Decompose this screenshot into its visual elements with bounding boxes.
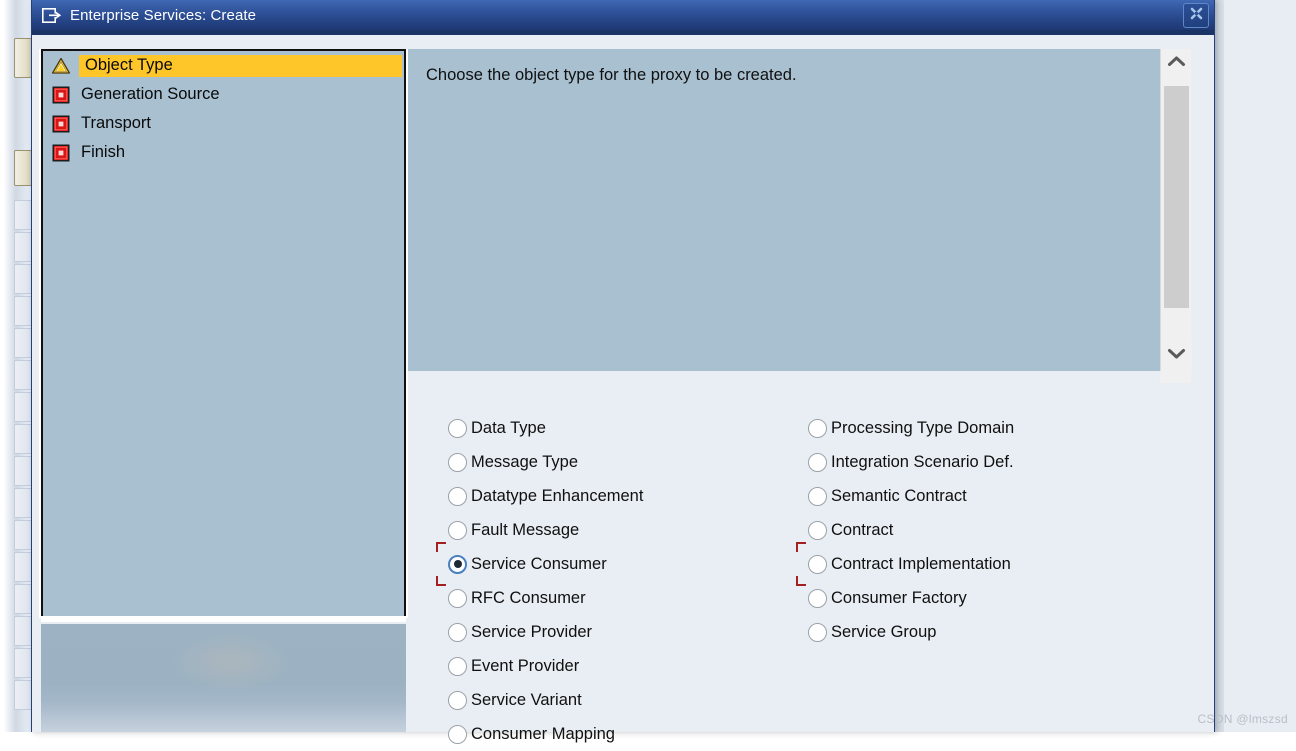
radio-option-service-provider[interactable]: Service Provider — [448, 615, 643, 649]
chevron-down-icon — [1167, 347, 1186, 365]
scrollbar-track-tail — [1160, 371, 1191, 383]
sidebar-item-finish[interactable]: Finish — [43, 138, 404, 167]
radio-indicator — [808, 623, 827, 642]
options-right-column: Processing Type Domain Integration Scena… — [808, 411, 1014, 649]
radio-option-fault-message[interactable]: Fault Message — [448, 513, 643, 547]
radio-option-integration-scenario-def[interactable]: Integration Scenario Def. — [808, 445, 1014, 479]
close-icon — [1189, 6, 1204, 26]
stop-red-square-icon — [43, 115, 79, 133]
radio-option-service-variant[interactable]: Service Variant — [448, 683, 643, 717]
radio-option-message-type[interactable]: Message Type — [448, 445, 643, 479]
radio-option-label: RFC Consumer — [471, 589, 586, 608]
radio-option-label: Message Type — [471, 453, 578, 472]
radio-option-semantic-contract[interactable]: Semantic Contract — [808, 479, 1014, 513]
stop-red-square-icon — [43, 86, 79, 104]
radio-option-label: Datatype Enhancement — [471, 487, 643, 506]
radio-option-label: Fault Message — [471, 521, 579, 540]
stop-red-square-icon — [43, 144, 79, 162]
radio-option-data-type[interactable]: Data Type — [448, 411, 643, 445]
radio-indicator — [448, 453, 467, 472]
sidebar-item-label: Finish — [79, 142, 127, 164]
scroll-up-button[interactable] — [1161, 49, 1191, 79]
warning-triangle-icon — [43, 57, 79, 75]
radio-indicator — [808, 521, 827, 540]
radio-option-processing-type-domain[interactable]: Processing Type Domain — [808, 411, 1014, 445]
radio-option-consumer-factory[interactable]: Consumer Factory — [808, 581, 1014, 615]
radio-option-label: Service Provider — [471, 623, 592, 642]
radio-indicator — [448, 419, 467, 438]
radio-option-consumer-mapping[interactable]: Consumer Mapping — [448, 717, 643, 751]
sidebar-item-label: Object Type — [79, 55, 402, 77]
radio-option-label: Service Group — [831, 623, 936, 642]
backdrop-texture — [171, 632, 291, 692]
radio-option-label: Integration Scenario Def. — [831, 453, 1014, 472]
radio-option-datatype-enhancement[interactable]: Datatype Enhancement — [448, 479, 643, 513]
create-object-icon — [42, 8, 61, 23]
radio-option-label: Service Consumer — [471, 555, 607, 574]
radio-option-label: Service Variant — [471, 691, 582, 710]
radio-option-label: Processing Type Domain — [831, 419, 1014, 438]
radio-indicator — [808, 487, 827, 506]
scroll-down-button[interactable] — [1161, 341, 1192, 371]
radio-option-label: Data Type — [471, 419, 546, 438]
radio-indicator — [448, 657, 467, 676]
background-window-right-fill — [1224, 0, 1296, 732]
tree-pane-backdrop — [41, 624, 406, 732]
enterprise-services-create-dialog: Enterprise Services: Create — [31, 0, 1215, 732]
radio-option-label: Contract Implementation — [831, 555, 1011, 574]
sidebar-item-generation-source[interactable]: Generation Source — [43, 80, 404, 109]
radio-indicator — [448, 691, 467, 710]
instruction-text: Choose the object type for the proxy to … — [426, 65, 1142, 86]
radio-option-service-consumer[interactable]: Service Consumer — [448, 547, 643, 581]
dialog-body: Object Type Generation Source — [32, 35, 1214, 732]
scrollbar-thumb[interactable] — [1164, 86, 1189, 308]
radio-indicator — [808, 589, 827, 608]
instruction-scrollbar[interactable] — [1160, 49, 1191, 371]
radio-indicator — [448, 487, 467, 506]
radio-option-service-group[interactable]: Service Group — [808, 615, 1014, 649]
watermark: CSDN @lmszsd — [1198, 712, 1288, 726]
sidebar-item-label: Transport — [79, 113, 153, 135]
sidebar-item-transport[interactable]: Transport — [43, 109, 404, 138]
radio-indicator — [448, 623, 467, 642]
sidebar-item-object-type[interactable]: Object Type — [43, 51, 404, 80]
radio-option-label: Event Provider — [471, 657, 579, 676]
dialog-titlebar: Enterprise Services: Create — [32, 0, 1214, 30]
sidebar-item-label: Generation Source — [79, 84, 222, 106]
options-left-column: Data Type Message Type Datatype Enhancem… — [448, 411, 643, 751]
radio-option-label: Semantic Contract — [831, 487, 967, 506]
radio-option-contract-implementation[interactable]: Contract Implementation — [808, 547, 1014, 581]
radio-indicator — [448, 725, 467, 744]
dialog-title: Enterprise Services: Create — [70, 7, 256, 24]
object-type-options: Data Type Message Type Datatype Enhancem… — [408, 383, 1212, 732]
radio-indicator — [448, 521, 467, 540]
radio-option-event-provider[interactable]: Event Provider — [448, 649, 643, 683]
radio-option-label: Consumer Mapping — [471, 725, 615, 744]
radio-option-contract[interactable]: Contract — [808, 513, 1014, 547]
instruction-panel: Choose the object type for the proxy to … — [408, 49, 1160, 371]
background-window-right-strip — [1212, 0, 1296, 732]
radio-indicator — [448, 555, 467, 574]
radio-option-label: Consumer Factory — [831, 589, 967, 608]
radio-indicator — [808, 555, 827, 574]
radio-indicator — [808, 419, 827, 438]
radio-indicator — [808, 453, 827, 472]
radio-option-label: Contract — [831, 521, 893, 540]
wizard-step-tree: Object Type Generation Source — [41, 49, 406, 618]
radio-option-rfc-consumer[interactable]: RFC Consumer — [448, 581, 643, 615]
radio-indicator — [448, 589, 467, 608]
chevron-up-icon — [1167, 55, 1186, 73]
close-button[interactable] — [1183, 3, 1209, 28]
